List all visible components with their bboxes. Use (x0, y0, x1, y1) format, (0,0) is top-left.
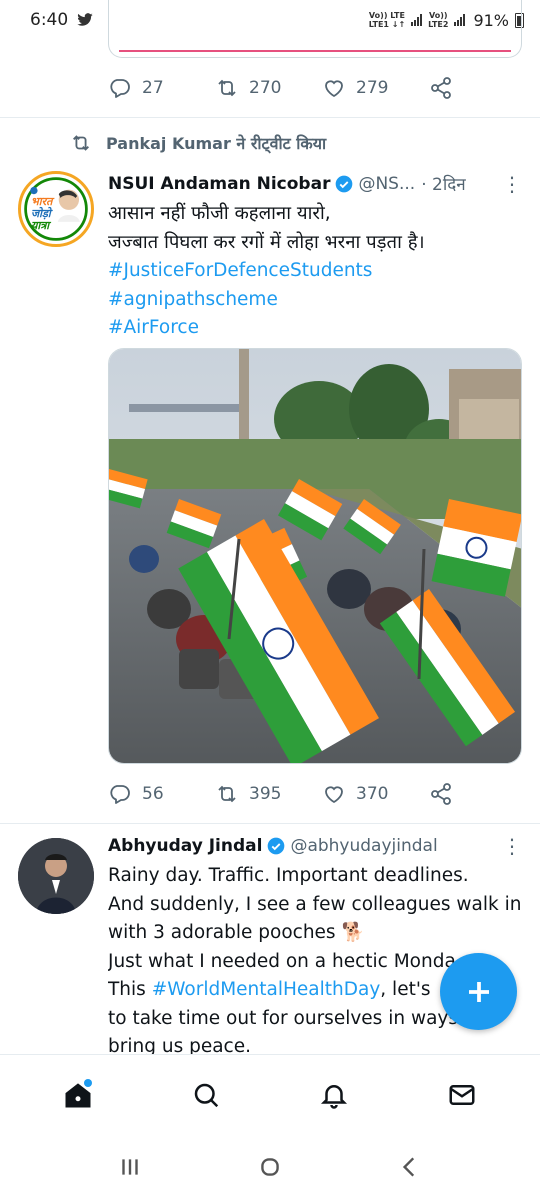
author-name[interactable]: NSUI Andaman Nicobar (108, 174, 330, 194)
retweet-button[interactable]: 270 (215, 76, 322, 100)
reply-icon (110, 785, 130, 804)
tweet-line-1: Rainy day. Traffic. Important deadlines. (108, 865, 469, 886)
retweet-header[interactable]: Pankaj Kumar ने रीट्वीट किया (70, 132, 326, 154)
compose-icon (468, 981, 489, 1002)
profile-photo (18, 838, 94, 914)
tweet-header: NSUI Andaman Nicobar @NS... · 2दिन ⋮ (108, 172, 522, 196)
share-icon (431, 783, 451, 805)
hashtag-link[interactable]: #agnipathscheme (108, 286, 522, 315)
nav-messages[interactable] (432, 1065, 492, 1125)
share-icon (431, 77, 451, 99)
back-icon[interactable] (397, 1154, 423, 1180)
like-button[interactable]: 370 (322, 782, 429, 806)
verified-icon (336, 175, 353, 192)
tweet-image[interactable] (108, 348, 522, 764)
nav-home[interactable] (48, 1065, 108, 1125)
verified-icon (268, 837, 285, 855)
recent-apps-icon[interactable] (117, 1154, 143, 1180)
reply-button[interactable]: 27 (108, 76, 215, 100)
retweet-count: 270 (249, 78, 282, 98)
like-count: 370 (356, 784, 389, 804)
previous-tweet-actions: 27 270 279 (108, 73, 522, 103)
tweet-divider (0, 117, 540, 118)
notification-dot (84, 1078, 92, 1087)
status-time: 6:40 (30, 10, 69, 30)
retweet-icon (73, 135, 89, 151)
tweet-line-7: bring us peace. (108, 1036, 251, 1054)
compose-button[interactable] (440, 953, 517, 1030)
tweet-time: · 2दिन (421, 175, 466, 195)
nav-search[interactable] (176, 1065, 236, 1125)
avatar-text-3: यात्रा (31, 219, 50, 232)
share-button[interactable] (429, 76, 453, 100)
tweet-divider (0, 823, 540, 824)
more-icon[interactable]: ⋮ (502, 836, 522, 856)
search-icon (194, 1083, 219, 1107)
reply-button[interactable]: 56 (108, 782, 215, 806)
author-name[interactable]: Abhyuday Jindal (108, 836, 262, 856)
nav-notifications[interactable] (304, 1065, 364, 1125)
bell-icon (320, 1084, 348, 1109)
mail-icon (449, 1084, 475, 1105)
card-progress-line (119, 50, 511, 52)
like-count: 279 (356, 78, 389, 98)
share-button[interactable] (429, 782, 453, 806)
retweet-header-text: Pankaj Kumar ने रीट्वीट किया (106, 134, 327, 153)
hashtag-link[interactable]: #WorldMentalHealthDay (152, 979, 381, 1000)
tweet-line-1: आसान नहीं फौजी कहलाना यारो, (108, 203, 331, 224)
tweet-line-5-pre: This (108, 979, 152, 1000)
retweet-icon (218, 785, 236, 803)
flags-photo (109, 349, 521, 763)
retweet-button[interactable]: 395 (215, 782, 322, 806)
tweet-actions: 56 395 370 (108, 779, 522, 809)
tweet-line-5-post: , let's (380, 979, 431, 1000)
author-handle[interactable]: @NS... (358, 174, 415, 194)
reply-count: 56 (142, 784, 164, 804)
previous-tweet-card[interactable] (108, 0, 522, 58)
twitter-bird-icon (77, 13, 93, 26)
bottom-nav (0, 1054, 540, 1134)
retweet-count: 395 (249, 784, 282, 804)
tweet-line-3: with 3 adorable pooches 🐕 (108, 922, 365, 943)
reply-count: 27 (142, 78, 164, 98)
like-button[interactable]: 279 (322, 76, 429, 100)
system-nav-bar (0, 1134, 540, 1200)
hashtag-link[interactable]: #AirForce (108, 314, 522, 343)
author-handle[interactable]: @abhyudayjindal (290, 836, 437, 856)
home-circle-icon[interactable] (257, 1154, 283, 1180)
like-icon (325, 80, 343, 98)
tweet-header: Abhyuday Jindal @abhyudayjindal ⋮ (108, 836, 522, 856)
like-icon (325, 786, 343, 804)
retweet-icon (218, 79, 236, 97)
avatar[interactable] (18, 838, 94, 914)
reply-icon (110, 79, 130, 98)
tweet-line-2: जज्बात पिघला कर रगों में लोहा भरना पड़ता… (108, 231, 425, 253)
avatar[interactable]: भारत जोड़ो यात्रा (18, 171, 94, 247)
tweet-line-2: And suddenly, I see a few colleagues wal… (108, 893, 522, 915)
hashtag-link[interactable]: #JusticeForDefenceStudents (108, 257, 522, 286)
tweet-text: आसान नहीं फौजी कहलाना यारो, जज्बात पिघला… (108, 200, 522, 343)
more-icon[interactable]: ⋮ (502, 174, 522, 194)
